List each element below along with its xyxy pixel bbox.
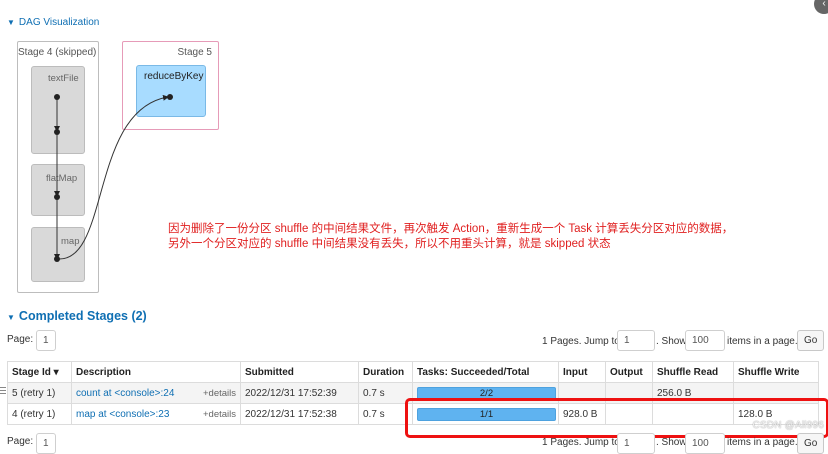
highlight-box: [405, 398, 828, 438]
completed-stages-title: Completed Stages (2): [18, 309, 147, 323]
annotation-line-1: 因为删除了一份分区 shuffle 的中间结果文件，再次触发 Action，重新…: [168, 223, 734, 235]
watermark-text: CSDN @All996: [752, 420, 824, 431]
completed-stages-header[interactable]: ▼ Completed Stages (2): [7, 309, 147, 323]
details-toggle[interactable]: +details: [203, 388, 236, 399]
jump-to-input[interactable]: 1: [617, 330, 655, 351]
description-cell: count at <console>:24 +details: [71, 382, 241, 404]
page-size-input[interactable]: 100: [685, 330, 725, 351]
annotation-line-2: 另外一个分区对应的 shuffle 中间结果没有丢失，所以不用重头计算，就是 s…: [168, 238, 611, 250]
bottom-page-size-input[interactable]: 100: [685, 433, 725, 454]
bottom-show-text: . Show: [656, 437, 687, 448]
dag-edges: [54, 94, 169, 260]
caret-down-icon: ▼: [7, 313, 15, 322]
col-shuffle-write[interactable]: Shuffle Write: [733, 361, 819, 383]
bottom-items-text: items in a page.: [727, 437, 798, 448]
submitted-cell: 2022/12/31 17:52:39: [240, 382, 359, 404]
pages-jump-text: 1 Pages. Jump to: [542, 336, 620, 347]
page-number-link[interactable]: 1: [36, 330, 56, 351]
bottom-page-number-link[interactable]: 1: [36, 433, 56, 454]
col-tasks[interactable]: Tasks: Succeeded/Total: [412, 361, 559, 383]
col-description[interactable]: Description: [71, 361, 241, 383]
dag-node: [167, 94, 173, 100]
bottom-go-button[interactable]: Go: [797, 433, 825, 454]
go-button[interactable]: Go: [797, 330, 825, 351]
col-input[interactable]: Input: [558, 361, 606, 383]
table-header-row: Stage Id ▾ Description Submitted Duratio…: [7, 361, 819, 383]
dag-node: [54, 256, 60, 262]
items-text: items in a page.: [727, 336, 798, 347]
col-submitted[interactable]: Submitted: [240, 361, 359, 383]
dag-node: [54, 94, 60, 100]
tasks-progress-label: 2/2: [479, 387, 494, 399]
col-shuffle-read[interactable]: Shuffle Read: [652, 361, 734, 383]
col-output[interactable]: Output: [605, 361, 653, 383]
chevron-left-icon[interactable]: ‹: [814, 0, 828, 14]
edge-map-reducebykey: [57, 94, 169, 260]
stage-id-cell: 5 (retry 1): [7, 382, 72, 404]
description-cell: map at <console>:23 +details: [71, 403, 241, 425]
bottom-page-label: Page:: [7, 436, 34, 447]
row-drag-handle-icon[interactable]: [0, 385, 6, 395]
col-duration[interactable]: Duration: [358, 361, 413, 383]
details-toggle[interactable]: +details: [203, 409, 236, 420]
stage-id-cell: 4 (retry 1): [7, 403, 72, 425]
description-link[interactable]: count at <console>:24: [76, 388, 174, 399]
submitted-cell: 2022/12/31 17:52:38: [240, 403, 359, 425]
col-stage-id[interactable]: Stage Id ▾: [7, 361, 72, 383]
bottom-pages-jump-text: 1 Pages. Jump to: [542, 437, 620, 448]
page-label: Page:: [7, 334, 34, 345]
bottom-jump-to-input[interactable]: 1: [617, 433, 655, 454]
dag-node: [54, 194, 60, 200]
dag-node: [54, 129, 60, 135]
description-link[interactable]: map at <console>:23: [76, 409, 169, 420]
show-text: . Show: [656, 336, 687, 347]
